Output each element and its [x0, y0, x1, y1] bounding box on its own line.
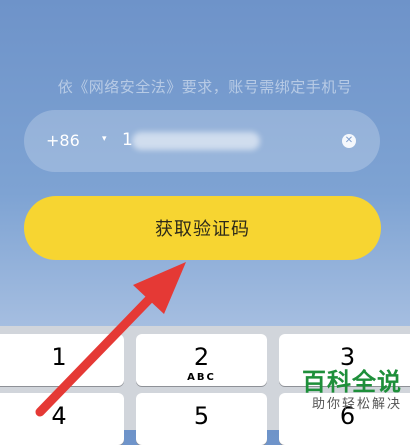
get-verification-code-button[interactable]: 获取验证码 [24, 196, 381, 260]
key-digit: 1 [51, 343, 67, 371]
watermark-title: 百科全说 [302, 368, 402, 396]
key-5[interactable]: 5 [136, 393, 267, 445]
key-1[interactable]: 1 [0, 334, 124, 386]
phone-number-blurred [132, 132, 260, 150]
chevron-down-icon[interactable]: ▾ [102, 134, 107, 144]
key-digit: 3 [339, 343, 356, 371]
phone-input-field[interactable]: +86 ▾ 1 ✕ [24, 110, 380, 172]
clear-icon[interactable]: ✕ [342, 134, 356, 148]
key-2[interactable]: 2 ABC [136, 334, 267, 386]
key-4[interactable]: 4 [0, 393, 124, 445]
country-code-selector[interactable]: +86 [46, 131, 80, 150]
key-digit: 2 [193, 343, 210, 371]
binding-notice: 依《网络安全法》要求，账号需绑定手机号 [57, 78, 353, 96]
key-digit: 4 [51, 402, 67, 430]
key-letters: ABC [187, 372, 216, 383]
watermark-subtitle: 助你轻松解决 [311, 397, 402, 412]
watermark: 百科全说 助你轻松解决 [302, 368, 402, 414]
key-digit: 5 [193, 402, 210, 430]
